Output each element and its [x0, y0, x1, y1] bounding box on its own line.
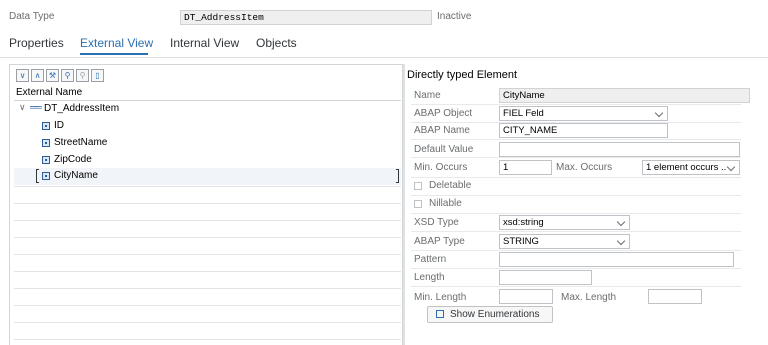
- grid-line: [14, 186, 401, 187]
- tree-row-zipcode[interactable]: ZipCode: [14, 153, 401, 168]
- grid-line: [14, 237, 401, 238]
- enumeration-icon: [436, 310, 444, 318]
- chevron-down-icon[interactable]: ∨: [19, 102, 26, 113]
- tree-row-id[interactable]: ID: [14, 119, 401, 134]
- header-bar: Data Type DT_AddressItem Inactive: [0, 0, 768, 30]
- show-enumerations-label: Show Enumerations: [450, 309, 540, 320]
- nillable-checkbox[interactable]: [414, 200, 422, 208]
- row-divider: [411, 104, 741, 105]
- row-divider: [411, 139, 741, 140]
- min-length-label: Min. Length: [414, 292, 467, 303]
- row-divider: [411, 213, 741, 214]
- row-divider: [411, 231, 741, 232]
- abap-object-label: ABAP Object: [414, 108, 473, 119]
- row-divider: [411, 195, 741, 196]
- min-occurs-label: Min. Occurs: [414, 162, 468, 173]
- find-next-icon[interactable]: ⚲: [76, 69, 89, 82]
- grid-line: [14, 288, 401, 289]
- deletable-checkbox[interactable]: [414, 182, 422, 190]
- pattern-label: Pattern: [414, 254, 447, 265]
- max-length-field[interactable]: [648, 289, 702, 304]
- wrench-icon[interactable]: ⚒: [46, 69, 59, 82]
- pattern-field[interactable]: [499, 252, 734, 267]
- show-enumerations-button[interactable]: Show Enumerations: [427, 306, 553, 323]
- abap-type-label: ABAP Type: [414, 236, 465, 247]
- data-type-label: Data Type: [9, 11, 55, 22]
- element-icon: [42, 139, 50, 147]
- grid-line: [14, 254, 401, 255]
- abap-object-select[interactable]: FIEL Feld: [499, 106, 668, 121]
- name-field[interactable]: CityName: [499, 88, 750, 103]
- element-icon: [42, 122, 50, 130]
- grid-line: [14, 339, 401, 340]
- tree-row-streetname[interactable]: StreetName: [14, 136, 401, 151]
- tree-row-cityname[interactable]: CityName: [14, 168, 401, 185]
- tab-external-view[interactable]: External View: [80, 36, 153, 50]
- element-icon: [42, 172, 50, 180]
- right-panel-title: Directly typed Element: [407, 69, 518, 81]
- abap-name-field[interactable]: CITY_NAME: [499, 123, 668, 138]
- max-occurs-select[interactable]: 1 element occurs ..: [642, 160, 740, 175]
- default-value-label: Default Value: [414, 144, 474, 155]
- collapse-all-icon[interactable]: ∧: [31, 69, 44, 82]
- tab-objects[interactable]: Objects: [256, 36, 297, 50]
- tree-root-label: DT_AddressItem: [44, 103, 120, 114]
- xsd-type-select[interactable]: xsd:string: [499, 215, 630, 230]
- row-divider: [411, 268, 741, 269]
- status-text: Inactive: [437, 11, 472, 22]
- row-divider: [411, 250, 741, 251]
- deletable-label: Deletable: [429, 180, 472, 191]
- name-label: Name: [414, 90, 441, 101]
- nillable-label: Nillable: [429, 198, 462, 209]
- row-divider: [411, 157, 741, 158]
- min-length-field[interactable]: [499, 289, 553, 304]
- expand-all-icon[interactable]: ∨: [16, 69, 29, 82]
- tree-node-label: ZipCode: [54, 154, 92, 165]
- column-header: External Name: [14, 86, 401, 101]
- max-occurs-label: Max. Occurs: [556, 162, 613, 173]
- grid-line: [14, 305, 401, 306]
- selection-bracket-right: [396, 169, 399, 183]
- row-divider: [411, 286, 741, 287]
- element-icon: [42, 156, 50, 164]
- tree-node-label: StreetName: [54, 137, 108, 148]
- grid-line: [14, 271, 401, 272]
- tree-row-root[interactable]: ∨ ══ DT_AddressItem: [14, 102, 401, 117]
- column-icon[interactable]: ▯: [91, 69, 104, 82]
- grid-line: [14, 220, 401, 221]
- panel-splitter[interactable]: [403, 64, 405, 345]
- xsd-type-label: XSD Type: [414, 217, 459, 228]
- length-field[interactable]: [499, 270, 592, 285]
- tree-node-label-selected: CityName: [54, 170, 98, 181]
- selection-bracket-left: [36, 169, 39, 183]
- structure-icon: ══: [30, 102, 42, 112]
- grid-line: [14, 322, 401, 323]
- abap-type-select[interactable]: STRING: [499, 234, 630, 249]
- tab-divider: [0, 57, 768, 58]
- column-header-label: External Name: [16, 87, 83, 98]
- length-label: Length: [414, 272, 445, 283]
- active-tab-indicator: [80, 53, 148, 55]
- abap-name-label: ABAP Name: [414, 125, 470, 136]
- tree-node-label: ID: [54, 120, 64, 131]
- min-occurs-field[interactable]: 1: [499, 160, 552, 175]
- default-value-field[interactable]: [499, 142, 740, 157]
- grid-line: [14, 203, 401, 204]
- data-type-field[interactable]: DT_AddressItem: [180, 10, 432, 25]
- find-icon[interactable]: ⚲: [61, 69, 74, 82]
- max-length-label: Max. Length: [561, 292, 617, 303]
- tab-internal-view[interactable]: Internal View: [170, 36, 239, 50]
- tab-properties[interactable]: Properties: [9, 36, 64, 50]
- row-divider: [411, 177, 741, 178]
